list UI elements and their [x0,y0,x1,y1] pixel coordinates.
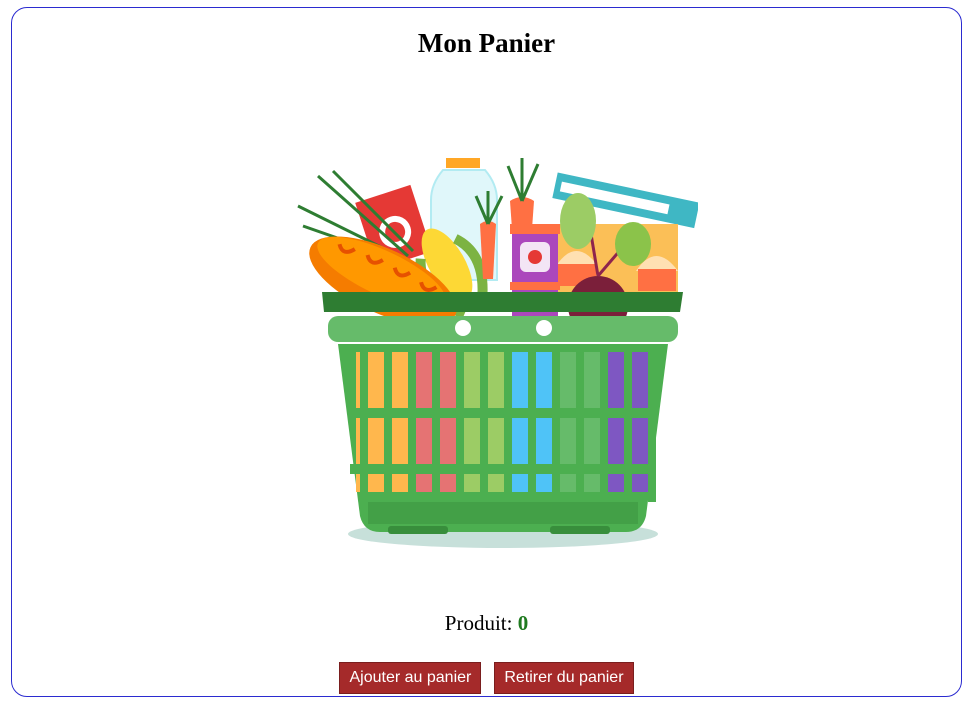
basket-actions: Ajouter au panier Retirer du panier [12,662,961,694]
page-title: Mon Panier [417,28,556,58]
counter-label: Produit: [444,611,513,635]
counter-value: 0 [517,611,529,635]
product-counter: Produit: 0 [12,611,961,636]
grocery-basket-image [297,158,698,548]
basket-card: Mon Panier Produit: 0 Ajouter au panier … [11,7,962,697]
add-to-basket-button[interactable]: Ajouter au panier [339,662,482,694]
remove-from-basket-button[interactable]: Retirer du panier [494,662,634,694]
